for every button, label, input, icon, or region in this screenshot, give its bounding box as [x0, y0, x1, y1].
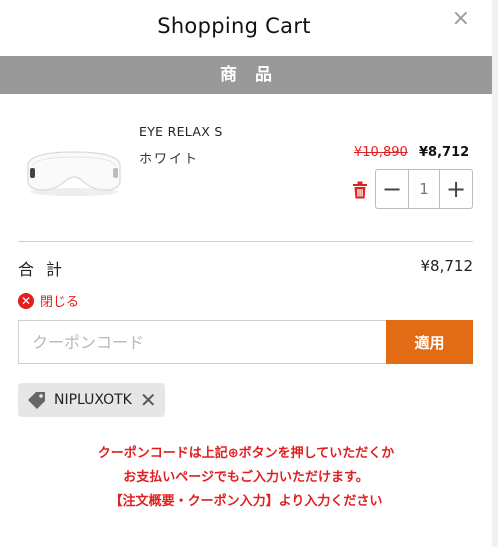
close-icon[interactable]: × [452, 8, 470, 30]
notice-line-2: お支払いページでもご入力いただけます。 [123, 470, 369, 485]
quantity-stepper: − 1 + [375, 169, 473, 209]
cart-title: Shopping Cart [157, 14, 311, 38]
original-price: ¥10,890 [354, 145, 408, 160]
notice-line-3: 【注文概要・クーポン入力】より入力ください [109, 494, 383, 509]
close-coupon-label[interactable]: 閉じる [40, 291, 79, 310]
coupon-form: 適用 [18, 320, 473, 364]
notice-line-1: クーポンコードは上記⊕ボタンを押していただくか [97, 446, 395, 461]
decrease-quantity-button[interactable]: − [376, 170, 408, 208]
increase-quantity-button[interactable]: + [440, 170, 472, 208]
apply-coupon-button[interactable]: 適用 [386, 320, 473, 364]
close-coupon-link[interactable]: ✕ 閉じる [18, 291, 79, 310]
sale-price: ¥8,712 [419, 145, 470, 160]
total-label: 合計 [18, 260, 75, 279]
total-value: ¥8,712 [420, 257, 474, 275]
product-name[interactable]: EYE RELAX S [139, 124, 223, 139]
coupon-code-input[interactable] [18, 320, 386, 364]
cart-item: EYE RELAX S ホワイト ¥10,890 ¥8,712 − 1 + [0, 94, 492, 240]
coupon-notice: クーポンコードは上記⊕ボタンを押していただくか お支払いページでもご入力いただけ… [0, 442, 492, 514]
quantity-value[interactable]: 1 [408, 170, 440, 208]
applied-coupon-chip: NIPLUXOTK ✕ [18, 383, 165, 417]
scrollbar[interactable] [492, 0, 498, 547]
divider [18, 241, 473, 242]
tag-icon [28, 392, 45, 409]
remove-coupon-icon[interactable]: ✕ [140, 390, 157, 410]
trash-icon[interactable] [352, 181, 368, 199]
x-circle-icon[interactable]: ✕ [18, 292, 34, 309]
applied-coupon-code: NIPLUXOTK [54, 392, 132, 408]
cart-header: Shopping Cart × [0, 0, 498, 56]
product-image [27, 151, 121, 196]
section-header-products: 商品 [0, 56, 492, 94]
product-variant: ホワイト [139, 152, 200, 167]
